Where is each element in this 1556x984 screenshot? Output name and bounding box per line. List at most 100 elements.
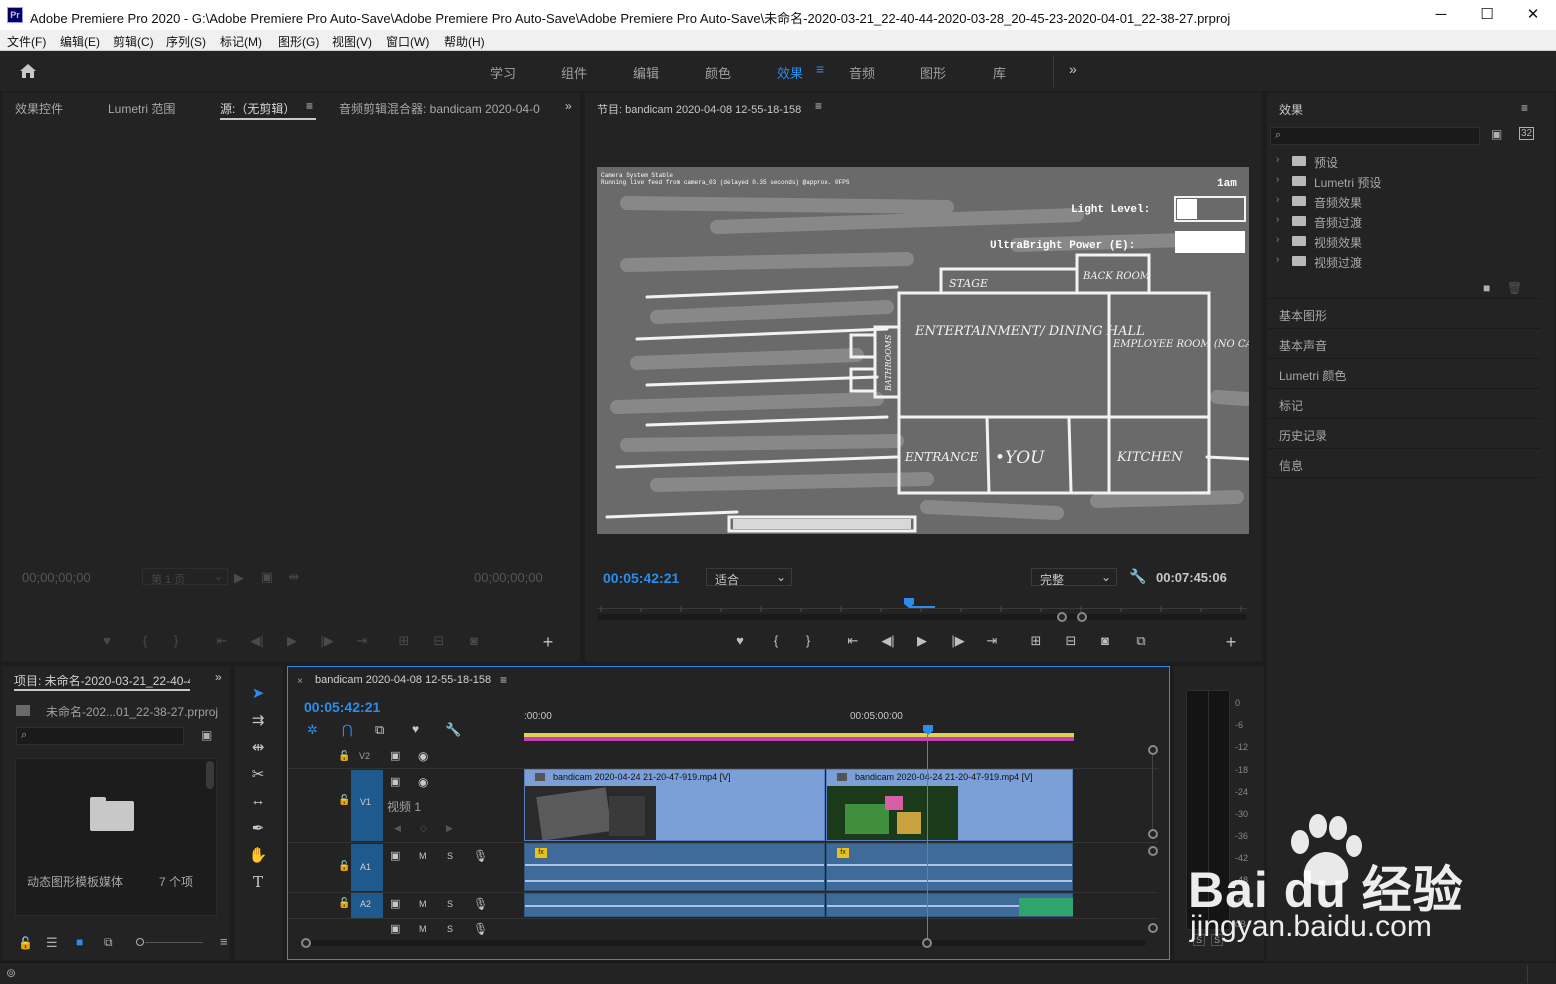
type-tool-icon[interactable]: T — [246, 873, 270, 897]
nest-icon[interactable]: ✲ — [307, 722, 318, 738]
effects-search-input[interactable]: ⌕ — [1270, 127, 1480, 145]
audio-clip-a2[interactable] — [524, 893, 825, 917]
track-v2-label[interactable]: V2 — [359, 751, 370, 761]
mute-a1-button[interactable]: M — [419, 851, 427, 861]
home-icon[interactable] — [19, 63, 37, 79]
step-forward-icon[interactable]: |▶ — [317, 633, 337, 649]
lift-icon[interactable]: ⊞ — [1026, 633, 1046, 649]
more-tabs-button[interactable]: » — [215, 670, 222, 684]
32bit-effects-icon[interactable]: 32 — [1519, 127, 1535, 140]
add-marker-icon[interactable]: ♥ — [730, 633, 750, 648]
track-v1-target[interactable]: V1 — [351, 770, 383, 841]
workspace-tab-libraries[interactable]: 库 — [993, 63, 1006, 82]
zoom-slider[interactable] — [145, 942, 203, 943]
close-sequence-icon[interactable]: × — [297, 676, 303, 687]
keyframe-next-icon[interactable]: ▶ — [446, 823, 453, 834]
workspace-tab-learn[interactable]: 学习 — [490, 63, 516, 82]
effects-folder-lumetri-presets[interactable]: › Lumetri 预设 — [1272, 171, 1537, 191]
effects-folder-presets[interactable]: › 预设 — [1272, 151, 1537, 171]
section-markers[interactable]: 标记 — [1268, 388, 1541, 418]
audio-clip-a1[interactable]: fx — [524, 843, 825, 891]
microphone-icon[interactable]: 🎙 — [473, 849, 488, 863]
new-bin-icon[interactable]: ■ — [1483, 281, 1490, 295]
add-button-icon[interactable]: + — [1221, 632, 1241, 653]
vscroll-handle-bottom[interactable] — [1148, 923, 1158, 933]
project-search-input[interactable]: ⌕ — [16, 727, 184, 745]
menu-graphics[interactable]: 图形(G) — [278, 33, 319, 50]
page-dropdown[interactable]: 第 1 页 ⌄ — [142, 568, 228, 586]
keyframe-prev-icon[interactable]: ◀ — [394, 823, 401, 834]
step-back-icon[interactable]: ◀| — [247, 633, 267, 649]
lock-icon[interactable]: 🔓 — [338, 795, 350, 806]
sync-lock-icon[interactable]: ▣ — [390, 897, 400, 910]
track-select-tool-icon[interactable]: ⇉ — [246, 711, 270, 735]
effects-folder-audio-effects[interactable]: › 音频效果 — [1272, 191, 1537, 211]
tab-effect-controls[interactable]: 效果控件 — [15, 100, 63, 117]
fit-dropdown[interactable]: 适合 ⌄ — [706, 568, 792, 587]
hscroll-track[interactable] — [302, 940, 1146, 946]
lock-icon[interactable]: 🔓 — [338, 861, 350, 872]
hamburger-menu-icon[interactable]: ≡ — [816, 61, 824, 77]
tab-source[interactable]: 源:（无剪辑） — [220, 100, 295, 117]
vscroll-handle-top[interactable] — [1148, 846, 1158, 856]
hscroll-handle-right[interactable] — [922, 938, 932, 948]
panel-menu-icon[interactable]: ≡ — [500, 673, 507, 687]
section-history[interactable]: 历史记录 — [1268, 418, 1541, 448]
slip-tool-icon[interactable]: ↔ — [246, 792, 270, 816]
section-essential-sound[interactable]: 基本声音 — [1268, 328, 1541, 358]
panel-menu-icon[interactable]: ≡ — [220, 934, 228, 949]
razor-tool-icon[interactable]: ✂ — [246, 765, 270, 789]
program-video-frame[interactable]: Camera System Stable Running live feed f… — [597, 167, 1249, 534]
sync-lock-icon[interactable]: ▣ — [390, 775, 400, 788]
export-frame-icon[interactable]: ◙ — [464, 633, 484, 648]
panel-menu-icon[interactable]: ≡ — [1521, 101, 1528, 115]
menu-file[interactable]: 文件(F) — [7, 33, 46, 50]
menu-markers[interactable]: 标记(M) — [220, 33, 262, 50]
ripple-edit-tool-icon[interactable]: ⇹ — [246, 738, 270, 762]
overwrite-icon[interactable]: ⊟ — [429, 633, 449, 649]
workspace-tab-effects[interactable]: 效果 — [777, 63, 803, 82]
maximize-button[interactable]: ☐ — [1464, 0, 1510, 30]
wrench-icon[interactable]: 🔧 — [1129, 568, 1146, 585]
microphone-icon[interactable]: 🎙 — [473, 922, 488, 936]
quality-dropdown[interactable]: 完整 ⌄ — [1031, 568, 1117, 587]
meter-solo-right[interactable]: S — [1211, 934, 1224, 946]
comparison-view-icon[interactable]: ⧉ — [1131, 633, 1151, 649]
add-button-icon[interactable]: + — [538, 632, 558, 653]
audio-clip-a2[interactable] — [826, 893, 1073, 917]
mark-in-icon[interactable]: { — [766, 633, 786, 648]
sync-lock-icon[interactable]: ▣ — [390, 749, 400, 762]
mark-in-icon[interactable]: { — [135, 633, 155, 648]
accelerated-effects-icon[interactable]: ▣ — [1491, 127, 1502, 141]
menu-sequence[interactable]: 序列(S) — [166, 33, 206, 50]
audio-clip-a1[interactable]: fx — [826, 843, 1073, 891]
selection-tool-icon[interactable]: ➤ — [246, 684, 270, 708]
lock-icon[interactable]: 🔓 — [338, 898, 350, 909]
solo-a2-button[interactable]: S — [447, 899, 453, 909]
keyframe-add-icon[interactable]: ◇ — [420, 823, 427, 834]
video-clip[interactable]: bandicam 2020-04-24 21-20-47-919.mp4 [V] — [524, 769, 825, 841]
sync-lock-icon[interactable]: ▣ — [390, 922, 400, 935]
eye-icon[interactable]: ◉ — [418, 749, 428, 763]
section-essential-graphics[interactable]: 基本图形 — [1268, 298, 1541, 328]
program-timecode[interactable]: 00:05:42:21 — [603, 570, 679, 586]
menu-window[interactable]: 窗口(W) — [386, 33, 429, 50]
effects-folder-video-effects[interactable]: › 视频效果 — [1272, 231, 1537, 251]
zoom-slider-handle[interactable] — [136, 938, 144, 946]
zoom-handle-right[interactable] — [1077, 612, 1087, 622]
video-clip[interactable]: bandicam 2020-04-24 21-20-47-919.mp4 [V] — [826, 769, 1073, 841]
play-small-icon[interactable]: ▶ — [229, 570, 249, 586]
track-a1-target[interactable]: A1 — [351, 844, 383, 891]
timeline-settings-wrench-icon[interactable]: 🔧 — [445, 722, 461, 738]
menu-clip[interactable]: 剪辑(C) — [113, 33, 154, 50]
tab-lumetri-scopes[interactable]: Lumetri 范围 — [108, 100, 175, 117]
pen-tool-icon[interactable]: ✒ — [246, 819, 270, 843]
bin-thumbnail[interactable]: 动态图形模板媒体 7 个项 — [15, 758, 217, 916]
eye-icon[interactable]: ◉ — [418, 775, 428, 789]
sync-lock-icon[interactable]: ▣ — [390, 849, 400, 862]
workspace-tab-graphics[interactable]: 图形 — [920, 63, 946, 82]
settings-icon[interactable]: ▣ — [257, 569, 277, 585]
lock-icon[interactable]: 🔓 — [18, 936, 33, 950]
panel-menu-icon[interactable]: ≡ — [306, 99, 313, 113]
bin-search-icon[interactable]: ▣ — [201, 728, 212, 742]
